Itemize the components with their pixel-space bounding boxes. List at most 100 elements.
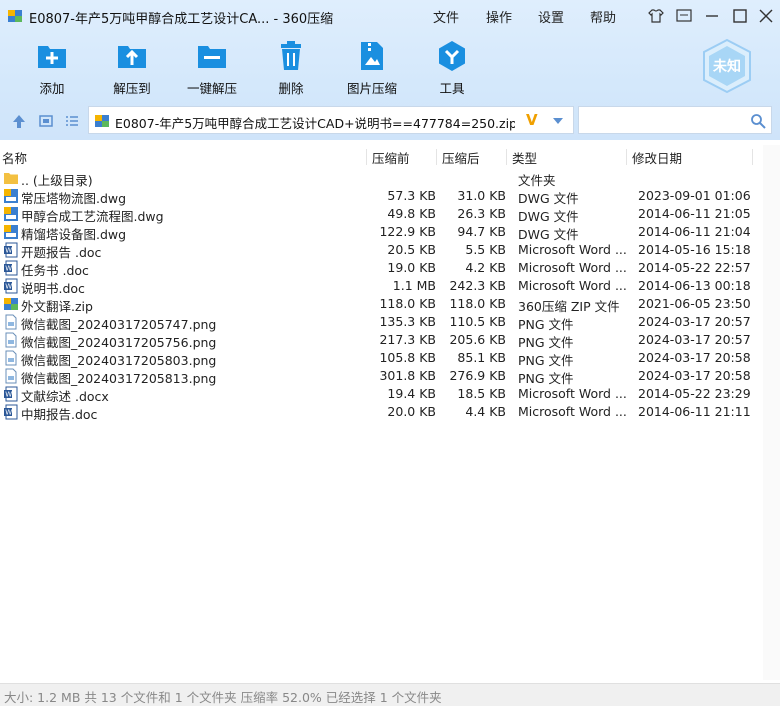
column-divider[interactable]	[752, 149, 753, 165]
file-size: 49.8 KB	[387, 206, 436, 221]
search-input[interactable]	[583, 111, 747, 131]
file-compressed-size: 4.2 KB	[465, 260, 506, 275]
maximize-icon[interactable]	[730, 6, 750, 26]
zip-file-icon	[4, 298, 18, 310]
extract-to-button[interactable]: 解压到	[97, 38, 167, 98]
file-row[interactable]: W 说明书.doc 1.1 MB 242.3 KB Microsoft Word ...…	[0, 277, 760, 296]
column-header: 名称 压缩前 压缩后 类型 修改日期	[0, 145, 780, 167]
word-file-icon: W	[4, 404, 18, 420]
file-type: Microsoft Word ...	[518, 260, 627, 275]
app-window: E0807-年产5万吨甲醇合成工艺设计CA... - 360压缩 文件 操作 设…	[0, 0, 780, 706]
close-icon[interactable]	[756, 6, 776, 26]
parent-directory-row[interactable]: .. (上级目录) 文件夹	[0, 169, 760, 188]
vertical-scrollbar[interactable]	[763, 145, 780, 680]
file-row[interactable]: 微信截图_20240317205813.png 301.8 KB 276.9 KB P…	[0, 367, 760, 386]
svg-text:W: W	[5, 409, 12, 417]
file-row[interactable]: W 文献综述 .docx 19.4 KB 18.5 KB Microsoft Word …	[0, 385, 760, 404]
search-box[interactable]	[578, 106, 772, 134]
chevron-down-icon[interactable]	[552, 116, 564, 126]
file-compressed-size: 94.7 KB	[457, 224, 506, 239]
file-row[interactable]: W 任务书 .doc 19.0 KB 4.2 KB Microsoft Word ...…	[0, 259, 760, 278]
file-row[interactable]: W 中期报告.doc 20.0 KB 4.4 KB Microsoft Word ...…	[0, 403, 760, 422]
menu-help[interactable]: 帮助	[590, 7, 616, 26]
svg-text:W: W	[5, 391, 12, 399]
file-row[interactable]: 甲醇合成工艺流程图.dwg 49.8 KB 26.3 KB DWG 文件 2014-06…	[0, 205, 760, 224]
up-arrow-icon[interactable]	[10, 112, 28, 130]
address-bar[interactable]: E0807-年产5万吨甲醇合成工艺设计CAD+说明书==477784=250.z…	[88, 106, 574, 134]
feedback-icon[interactable]	[674, 6, 694, 26]
dwg-file-icon	[4, 189, 18, 203]
image-compress-label: 图片压缩	[346, 81, 397, 96]
file-compressed-size: 205.6 KB	[449, 332, 506, 347]
tools-button[interactable]: 工具	[417, 38, 487, 98]
one-click-extract-button[interactable]: 一键解压	[177, 38, 247, 98]
file-modified: 2014-05-16 15:18	[638, 242, 751, 257]
file-compressed-size: 18.5 KB	[457, 386, 506, 401]
header-area: E0807-年产5万吨甲醇合成工艺设计CA... - 360压缩 文件 操作 设…	[0, 0, 780, 140]
delete-button[interactable]: 删除	[256, 38, 326, 98]
file-modified: 2024-03-17 20:58	[638, 350, 751, 365]
file-size: 122.9 KB	[379, 224, 436, 239]
file-modified: 2014-05-22 23:29	[638, 386, 751, 401]
menu-file[interactable]: 文件	[433, 7, 459, 26]
file-row[interactable]: 常压塔物流图.dwg 57.3 KB 31.0 KB DWG 文件 2023-09-01…	[0, 187, 760, 206]
file-compressed-size: 4.4 KB	[465, 404, 506, 419]
file-size: 19.0 KB	[387, 260, 436, 275]
file-compressed-size: 118.0 KB	[449, 296, 506, 311]
skin-icon[interactable]	[646, 6, 666, 26]
file-modified: 2024-03-17 20:58	[638, 368, 751, 383]
file-compressed-size: 5.5 KB	[465, 242, 506, 257]
file-size: 105.8 KB	[379, 350, 436, 365]
file-row[interactable]: 精馏塔设备图.dwg 122.9 KB 94.7 KB DWG 文件 2014-06-1…	[0, 223, 760, 242]
file-modified: 2024-03-17 20:57	[638, 314, 751, 329]
search-icon[interactable]	[750, 113, 766, 129]
image-compress-icon	[361, 42, 383, 70]
word-file-icon: W	[4, 386, 18, 402]
image-compress-button[interactable]: 图片压缩	[337, 38, 407, 98]
file-modified: 2014-06-11 21:04	[638, 224, 751, 239]
word-file-icon: W	[4, 242, 18, 258]
file-type: Microsoft Word ...	[518, 242, 627, 257]
file-row[interactable]: W 开题报告 .doc 20.5 KB 5.5 KB Microsoft Word ..…	[0, 241, 760, 260]
minimize-icon[interactable]	[702, 6, 722, 26]
column-divider[interactable]	[626, 149, 627, 165]
file-modified: 2014-06-11 21:05	[638, 206, 751, 221]
file-compressed-size: 85.1 KB	[457, 350, 506, 365]
column-divider[interactable]	[506, 149, 507, 165]
column-divider[interactable]	[366, 149, 367, 165]
status-bar: 大小: 1.2 MB 共 13 个文件和 1 个文件夹 压缩率 52.0% 已经…	[0, 683, 780, 706]
column-modified[interactable]: 修改日期	[632, 148, 682, 167]
png-file-icon	[5, 332, 17, 348]
dwg-file-icon	[4, 207, 18, 221]
delete-label: 删除	[278, 81, 304, 96]
status-badge[interactable]: 未知	[701, 38, 753, 94]
file-type: Microsoft Word ...	[518, 386, 627, 401]
word-file-icon: W	[4, 260, 18, 276]
column-name[interactable]: 名称	[2, 148, 27, 167]
column-type[interactable]: 类型	[512, 148, 537, 167]
address-path: E0807-年产5万吨甲醇合成工艺设计CAD+说明书==477784=250.z…	[115, 116, 515, 131]
column-compressed[interactable]: 压缩后	[442, 148, 480, 167]
file-size: 57.3 KB	[387, 188, 436, 203]
trash-icon	[281, 41, 301, 70]
add-button[interactable]: 添加	[17, 38, 87, 98]
file-row[interactable]: 微信截图_20240317205747.png 135.3 KB 110.5 KB P…	[0, 313, 760, 332]
window-title: E0807-年产5万吨甲醇合成工艺设计CA... - 360压缩	[29, 12, 334, 27]
word-file-icon: W	[4, 278, 18, 294]
column-size[interactable]: 压缩前	[372, 148, 410, 167]
add-label: 添加	[39, 81, 65, 96]
file-row[interactable]: 外文翻译.zip 118.0 KB 118.0 KB 360压缩 ZIP 文件 2021…	[0, 295, 760, 314]
column-divider[interactable]	[436, 149, 437, 165]
file-row[interactable]: 微信截图_20240317205803.png 105.8 KB 85.1 KB PN…	[0, 349, 760, 368]
list-view-icon[interactable]	[63, 112, 81, 130]
zip-archive-icon	[95, 115, 109, 127]
png-file-icon	[5, 314, 17, 330]
thumbnail-view-icon[interactable]	[37, 112, 55, 130]
menu-operation[interactable]: 操作	[486, 7, 512, 26]
menu-settings[interactable]: 设置	[538, 7, 564, 26]
tools-icon	[439, 41, 465, 71]
app-logo-icon	[8, 10, 22, 22]
file-size: 20.5 KB	[387, 242, 436, 257]
one-click-extract-icon	[198, 46, 226, 68]
file-row[interactable]: 微信截图_20240317205756.png 217.3 KB 205.6 KB P…	[0, 331, 760, 350]
